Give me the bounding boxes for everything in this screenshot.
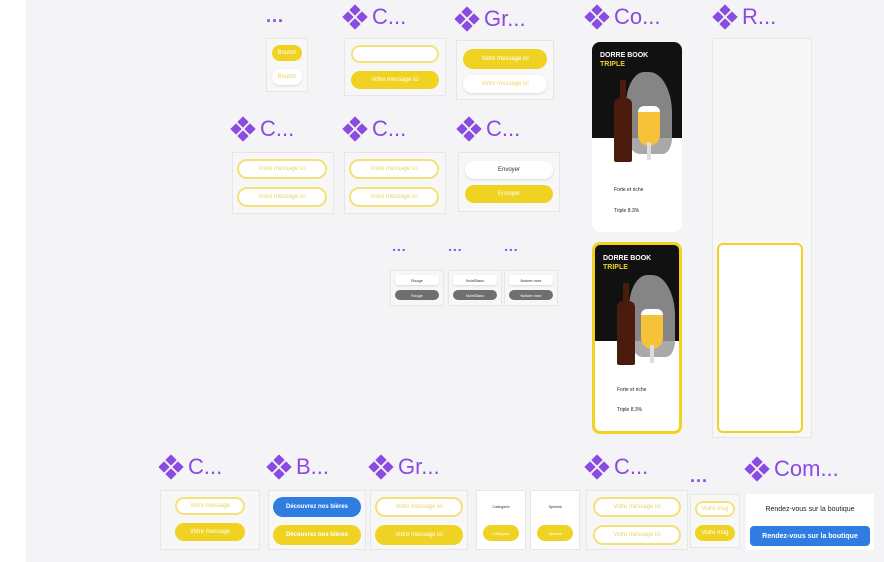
frame[interactable]: Votre message ici Votre message ici <box>370 490 468 550</box>
card-description: Forte et riche <box>617 387 647 393</box>
primary-button[interactable]: Votre message ici <box>351 71 439 89</box>
category-button-active[interactable]: Spécial <box>537 525 573 541</box>
product-card[interactable]: DORRE BOOK TRIPLE Forte et riche Triple … <box>592 42 682 232</box>
tag-button-active[interactable]: Nature rose <box>509 290 553 300</box>
outline-button[interactable]: Votre message ici <box>349 187 439 207</box>
outline-button[interactable]: Votre message ici <box>349 159 439 179</box>
component-icon <box>744 456 770 482</box>
component-icon <box>230 116 256 142</box>
frame[interactable]: Découvrez nos bières Découvrez nos bière… <box>268 490 366 550</box>
card-detail: Triple 8.3% <box>617 407 643 413</box>
frame[interactable]: Noir/Blanc Noir/Blanc <box>448 270 502 306</box>
component-icon <box>712 4 738 30</box>
discover-button[interactable]: Découvrez nos bières <box>273 497 361 517</box>
card-placeholder[interactable] <box>717 243 803 433</box>
component-label[interactable]: Co... <box>584 4 660 30</box>
frame[interactable]: Votre message ici <box>344 38 446 96</box>
component-label[interactable]: B... <box>266 454 329 480</box>
component-icon <box>454 6 480 32</box>
discover-button-alt[interactable]: Découvrez nos bières <box>273 525 361 545</box>
frame[interactable] <box>712 38 812 438</box>
outline-button[interactable]: Votre message <box>175 497 245 515</box>
outline-button[interactable]: Votre msg <box>695 501 735 517</box>
frame[interactable]: Votre message ici Votre message ici <box>456 40 554 100</box>
primary-button[interactable]: Votre message ici <box>375 525 463 545</box>
primary-button[interactable]: Votre msg <box>695 525 735 541</box>
secondary-button[interactable]: Votre message ici <box>463 75 547 93</box>
outline-button[interactable]: Votre message ici <box>237 187 327 207</box>
frame[interactable]: Votre message ici Votre message ici <box>586 490 688 550</box>
frame-label[interactable]: ... <box>448 238 463 254</box>
frame[interactable]: Votre message Votre message <box>160 490 260 550</box>
frame[interactable]: Rouge Rouge <box>390 270 444 306</box>
shop-link[interactable]: Rendez-vous sur la boutique <box>750 500 870 518</box>
glass-image <box>638 106 660 160</box>
outline-button[interactable]: Votre message ici <box>375 497 463 517</box>
card-description: Forte et riche <box>614 187 644 193</box>
send-button-default[interactable]: Envoyer <box>465 161 553 179</box>
category-button[interactable]: Catégorie <box>483 499 519 513</box>
frame[interactable]: Nature rose Nature rose <box>504 270 558 306</box>
card-subtitle: TRIPLE <box>600 61 625 68</box>
outline-button[interactable]: Votre message ici <box>237 159 327 179</box>
component-icon <box>456 116 482 142</box>
component-label[interactable]: Com... <box>744 456 839 482</box>
component-icon <box>266 454 292 480</box>
frame-label[interactable]: ... <box>504 238 519 254</box>
tag-button[interactable]: Rouge <box>395 275 439 285</box>
frame-label[interactable]: ... <box>392 238 407 254</box>
glass-image <box>641 309 663 363</box>
tag-button-active[interactable]: Noir/Blanc <box>453 290 497 300</box>
frame[interactable]: Bouton Bouton <box>266 38 308 92</box>
component-label[interactable]: C... <box>158 454 222 480</box>
card-title: DORRE BOOK <box>600 52 649 59</box>
send-button-active[interactable]: Envoyer <box>465 185 553 203</box>
component-label[interactable]: C... <box>230 116 294 142</box>
design-canvas: ... C... Gr... Co... R... Bouton Bouton … <box>26 0 884 562</box>
primary-button[interactable]: Votre message <box>175 523 245 541</box>
component-label[interactable]: C... <box>584 454 648 480</box>
component-label[interactable]: Gr... <box>368 454 440 480</box>
shop-button[interactable]: Rendez-vous sur la boutique <box>750 526 870 546</box>
frame-label[interactable]: ... <box>266 6 284 27</box>
component-icon <box>158 454 184 480</box>
component-label[interactable]: R... <box>712 4 776 30</box>
frame[interactable]: DORRE BOOK TRIPLE Forte et riche Triple … <box>586 36 698 236</box>
frame[interactable]: Catégorie Catégorie <box>476 490 526 550</box>
outline-button[interactable] <box>351 45 439 63</box>
component-icon <box>584 454 610 480</box>
tag-button[interactable]: Nature rose <box>509 275 553 285</box>
component-icon <box>342 116 368 142</box>
category-button[interactable]: Spécial <box>537 499 573 513</box>
component-icon <box>584 4 610 30</box>
component-label[interactable]: C... <box>342 4 406 30</box>
secondary-button[interactable]: Bouton <box>272 69 302 85</box>
frame-label[interactable]: ... <box>690 466 708 487</box>
frame[interactable]: Votre message ici Votre message ici <box>344 152 446 214</box>
product-card-selected[interactable]: DORRE BOOK TRIPLE Forte et riche Triple … <box>592 242 682 434</box>
component-icon <box>368 454 394 480</box>
bottle-image <box>614 80 632 162</box>
component-icon <box>342 4 368 30</box>
outline-button[interactable]: Votre message ici <box>593 497 681 517</box>
primary-button[interactable]: Bouton <box>272 45 302 61</box>
frame[interactable]: Votre message ici Votre message ici <box>232 152 334 214</box>
outline-button[interactable]: Votre message ici <box>593 525 681 545</box>
frame[interactable]: Votre msg Votre msg <box>690 494 740 548</box>
primary-button[interactable]: Votre message ici <box>463 49 547 69</box>
card-detail: Triple 8.3% <box>614 208 640 214</box>
card-title: DORRE BOOK <box>603 255 652 262</box>
frame[interactable]: Envoyer Envoyer <box>458 152 560 212</box>
component-label[interactable]: C... <box>342 116 406 142</box>
card-subtitle: TRIPLE <box>603 264 628 271</box>
component-label[interactable]: Gr... <box>454 6 526 32</box>
frame[interactable]: Spécial Spécial <box>530 490 580 550</box>
component-label[interactable]: C... <box>456 116 520 142</box>
category-button-active[interactable]: Catégorie <box>483 525 519 541</box>
frame[interactable]: Rendez-vous sur la boutique Rendez-vous … <box>746 494 874 550</box>
bottle-image <box>617 283 635 365</box>
tag-button[interactable]: Noir/Blanc <box>453 275 497 285</box>
tag-button-active[interactable]: Rouge <box>395 290 439 300</box>
